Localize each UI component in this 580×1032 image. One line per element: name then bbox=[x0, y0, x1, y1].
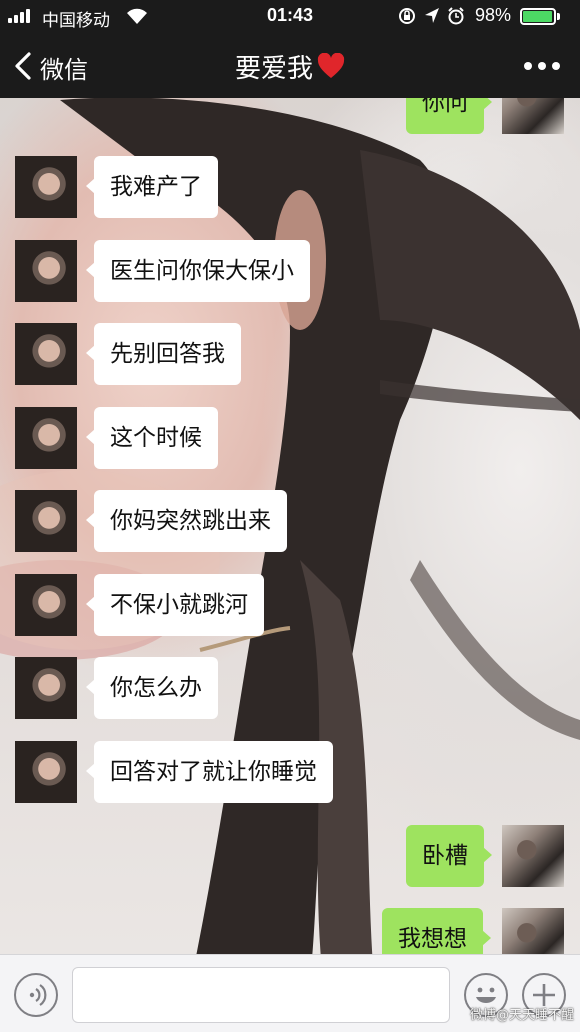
more-icon[interactable] bbox=[524, 62, 560, 70]
message-bubble-outgoing[interactable]: 卧槽 bbox=[406, 825, 492, 887]
my-avatar[interactable] bbox=[502, 98, 564, 134]
message-bubble-outgoing[interactable]: 你问 bbox=[406, 98, 492, 134]
contact-avatar[interactable] bbox=[15, 156, 77, 218]
contact-avatar[interactable] bbox=[15, 407, 77, 469]
chat-title: 要爱我 bbox=[0, 48, 580, 85]
message-bubble-incoming[interactable]: 你怎么办 bbox=[86, 657, 218, 719]
battery-percent: 98% bbox=[475, 5, 512, 25]
contact-avatar[interactable] bbox=[15, 240, 77, 302]
message-list[interactable]: 你问 我难产了 医生问你保大保小 先别回答我 这个时候 你妈突然跳出来 不保小就… bbox=[0, 98, 580, 954]
alarm-icon bbox=[448, 7, 464, 25]
contact-avatar[interactable] bbox=[15, 574, 77, 636]
my-avatar[interactable] bbox=[502, 908, 564, 954]
heart-icon bbox=[317, 53, 345, 78]
voice-icon bbox=[29, 984, 47, 1006]
message-bubble-outgoing[interactable]: 我想想 bbox=[382, 908, 491, 954]
location-icon bbox=[425, 8, 439, 23]
chat-title-text: 要爱我 bbox=[234, 54, 313, 84]
battery-icon bbox=[520, 8, 556, 25]
contact-avatar[interactable] bbox=[15, 323, 77, 385]
orientation-lock-icon bbox=[399, 8, 415, 24]
message-bubble-incoming[interactable]: 回答对了就让你睡觉 bbox=[86, 741, 333, 803]
my-avatar[interactable] bbox=[502, 825, 564, 887]
battery-tip bbox=[557, 13, 560, 20]
nav-bar: 微信 要爱我 bbox=[0, 32, 580, 98]
contact-avatar[interactable] bbox=[15, 490, 77, 552]
message-bubble-incoming[interactable]: 你妈突然跳出来 bbox=[86, 490, 287, 552]
message-bubble-incoming[interactable]: 这个时候 bbox=[86, 407, 218, 469]
watermark: 微博@天天睡不醒 bbox=[470, 1008, 575, 1023]
message-bubble-incoming[interactable]: 先别回答我 bbox=[86, 323, 241, 385]
message-bubble-incoming[interactable]: 医生问你保大保小 bbox=[86, 240, 310, 302]
message-input[interactable] bbox=[72, 967, 450, 1023]
status-bar: 中国移动 01:43 98% bbox=[0, 0, 580, 32]
contact-avatar[interactable] bbox=[15, 657, 77, 719]
contact-avatar[interactable] bbox=[15, 741, 77, 803]
voice-button[interactable] bbox=[14, 973, 58, 1017]
message-bubble-incoming[interactable]: 不保小就跳河 bbox=[86, 574, 264, 636]
message-bubble-incoming[interactable]: 我难产了 bbox=[86, 156, 218, 218]
